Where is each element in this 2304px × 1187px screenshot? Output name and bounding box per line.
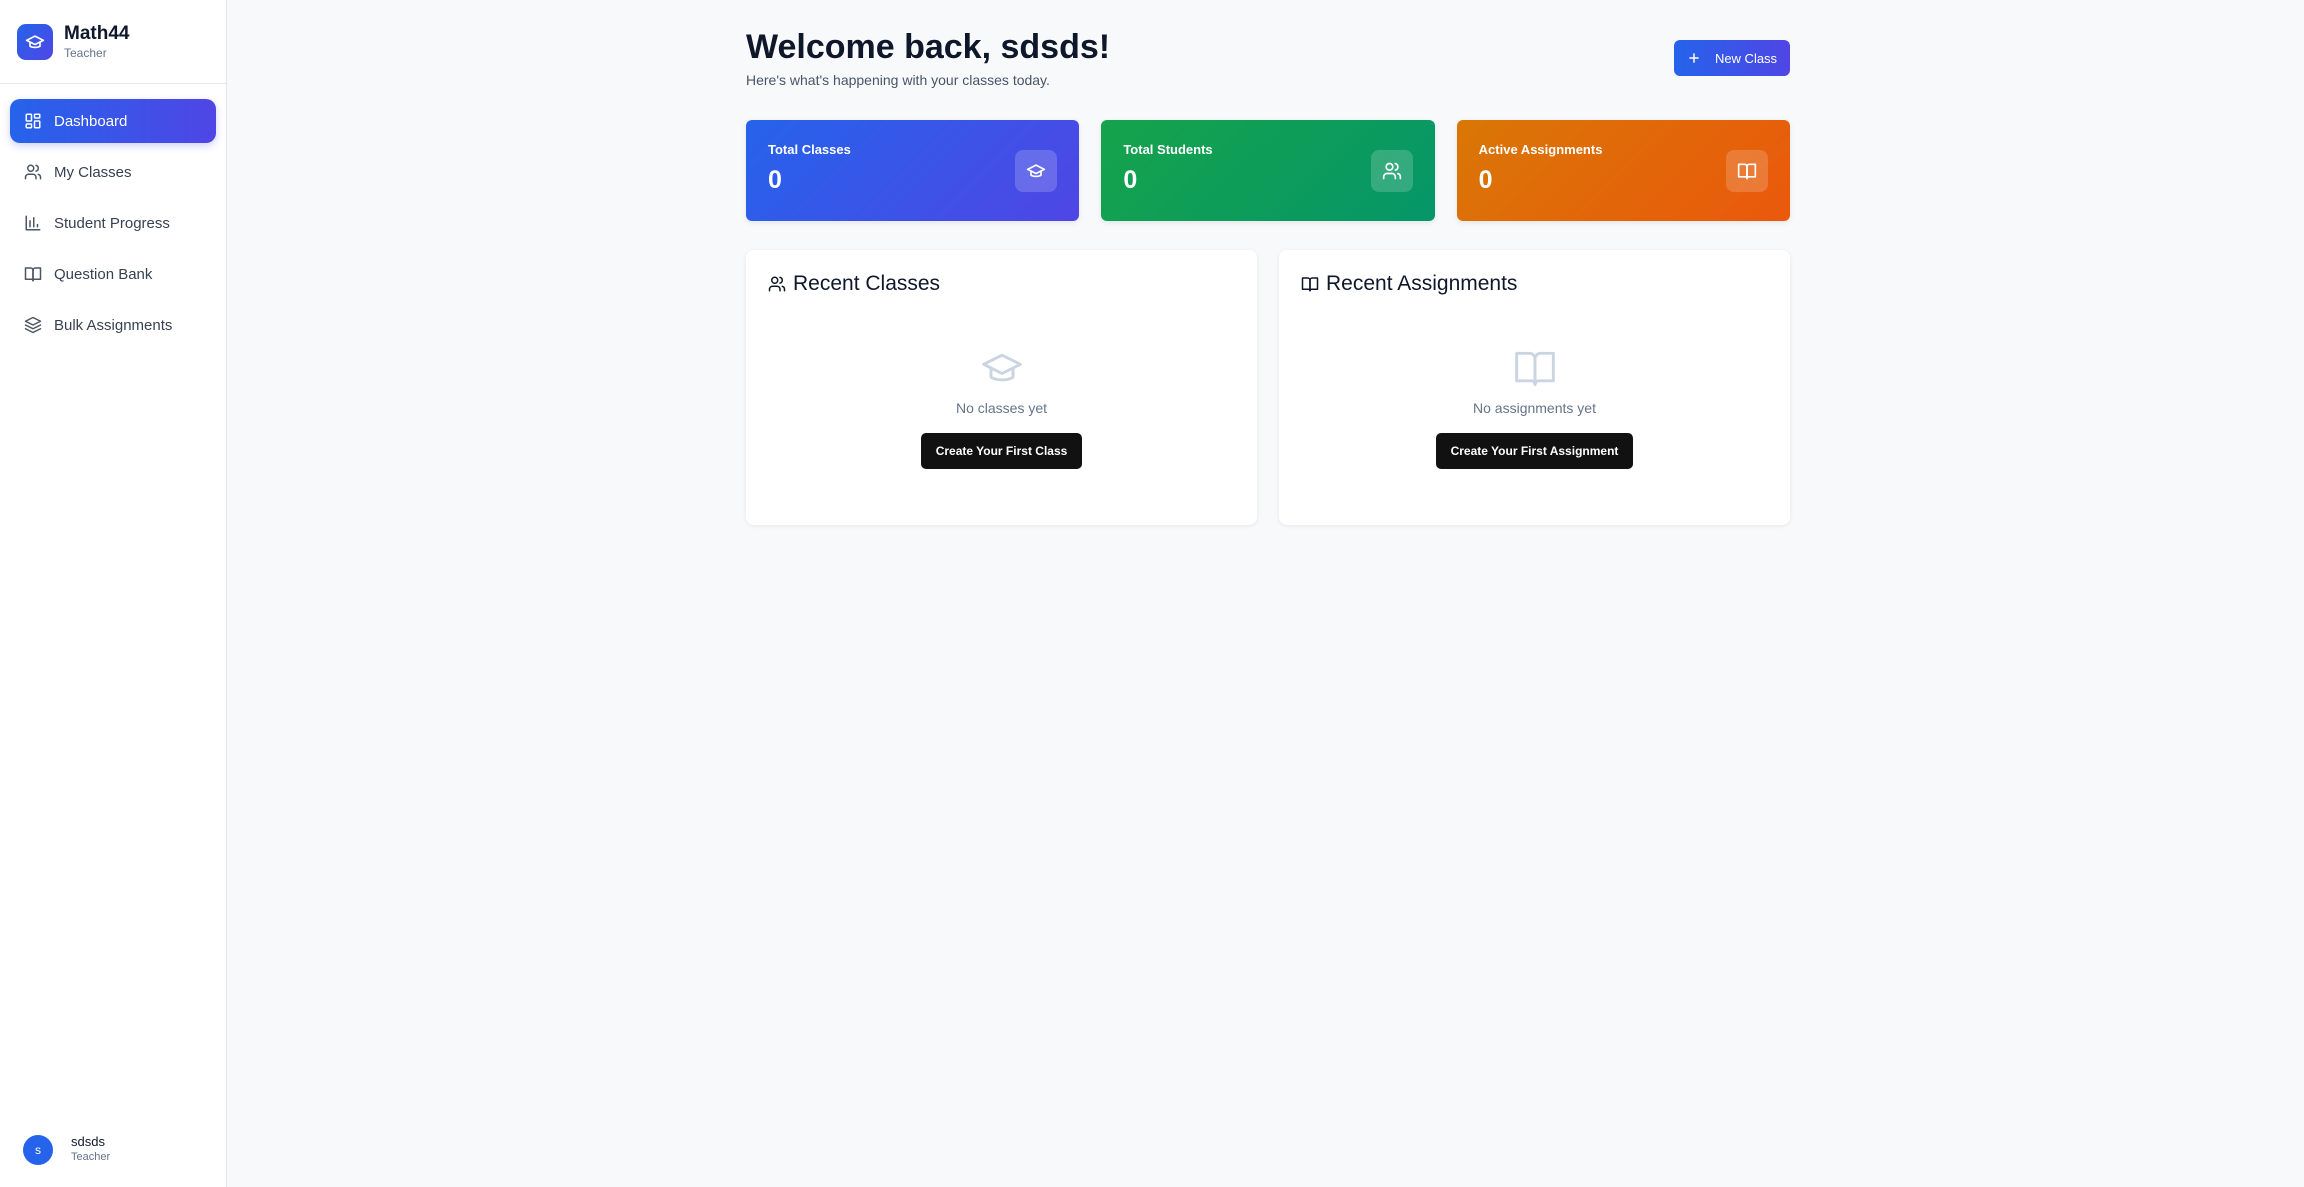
empty-state: No assignments yet Create Your First Ass… <box>1279 346 1790 469</box>
book-icon <box>24 265 42 283</box>
sidebar-item-bulk-assignments[interactable]: Bulk Assignments <box>10 303 216 347</box>
avatar: s <box>23 1134 53 1165</box>
create-first-class-button[interactable]: Create Your First Class <box>920 433 1083 469</box>
sidebar-item-label: Question Bank <box>54 265 153 283</box>
stat-card-active-assignments: Active Assignments 0 <box>1456 120 1790 221</box>
empty-text: No assignments yet <box>1473 400 1596 416</box>
users-icon <box>24 163 42 181</box>
graduation-cap-icon <box>980 346 1024 390</box>
panel-header: Recent Classes <box>768 272 940 296</box>
book-icon <box>1301 275 1319 293</box>
users-icon <box>768 275 786 293</box>
user-profile[interactable]: s sdsds Teacher <box>23 1134 110 1165</box>
sidebar-item-label: Bulk Assignments <box>54 316 173 334</box>
page-title: Welcome back, sdsds! <box>746 28 1111 66</box>
layers-icon <box>24 316 42 334</box>
new-class-button[interactable]: New Class <box>1674 40 1790 76</box>
recent-assignments-panel: Recent Assignments No assignments yet Cr… <box>1279 250 1790 525</box>
user-name: sdsds <box>71 1134 105 1149</box>
sidebar-nav: Dashboard My Classes Student Progress Qu… <box>0 84 226 347</box>
new-class-label: New Class <box>1714 50 1778 66</box>
brand-role: Teacher <box>64 45 107 60</box>
sidebar: Math44 Teacher Dashboard My Classes Stud… <box>0 0 227 1187</box>
main-content: Welcome back, sdsds! Here's what's happe… <box>746 0 1790 525</box>
page-subtitle: Here's what's happening with your classe… <box>746 72 1050 88</box>
panel-title: Recent Classes <box>793 272 941 295</box>
bar-chart-icon <box>24 214 42 232</box>
plus-icon <box>1687 51 1701 65</box>
empty-text: No classes yet <box>955 400 1048 416</box>
user-role: Teacher <box>71 1151 111 1163</box>
stat-value: 0 <box>1478 166 1493 194</box>
stats-row: Total Classes 0 Total Students 0 Active … <box>746 120 1790 221</box>
dashboard-icon <box>24 112 42 130</box>
book-icon <box>1513 346 1557 390</box>
stat-label: Active Assignments <box>1478 142 1603 157</box>
panels-row: Recent Classes No classes yet Create You… <box>746 250 1790 525</box>
brand-name: Math44 <box>64 22 130 44</box>
panel-title: Recent Assignments <box>1326 272 1518 295</box>
stat-label: Total Students <box>1123 142 1213 157</box>
recent-classes-panel: Recent Classes No classes yet Create You… <box>746 250 1257 525</box>
stat-card-total-students: Total Students 0 <box>1101 120 1435 221</box>
sidebar-item-label: Student Progress <box>54 214 170 232</box>
sidebar-item-my-classes[interactable]: My Classes <box>10 150 216 194</box>
create-first-assignment-button[interactable]: Create Your First Assignment <box>1435 433 1634 469</box>
sidebar-item-dashboard[interactable]: Dashboard <box>10 99 216 143</box>
stat-value: 0 <box>768 166 782 194</box>
graduation-cap-icon <box>1015 150 1058 192</box>
sidebar-item-label: Dashboard <box>54 112 128 130</box>
stat-value: 0 <box>1123 166 1138 194</box>
book-icon <box>1725 150 1768 192</box>
users-icon <box>1370 150 1413 192</box>
page-header: Welcome back, sdsds! Here's what's happe… <box>746 0 1790 120</box>
graduation-cap-icon <box>17 23 53 60</box>
sidebar-item-label: My Classes <box>54 163 132 181</box>
brand: Math44 Teacher <box>0 0 226 84</box>
sidebar-item-student-progress[interactable]: Student Progress <box>10 201 216 245</box>
stat-label: Total Classes <box>768 142 851 157</box>
sidebar-item-question-bank[interactable]: Question Bank <box>10 252 216 296</box>
empty-state: No classes yet Create Your First Class <box>746 346 1257 469</box>
panel-header: Recent Assignments <box>1301 272 1517 296</box>
stat-card-total-classes: Total Classes 0 <box>746 120 1080 221</box>
